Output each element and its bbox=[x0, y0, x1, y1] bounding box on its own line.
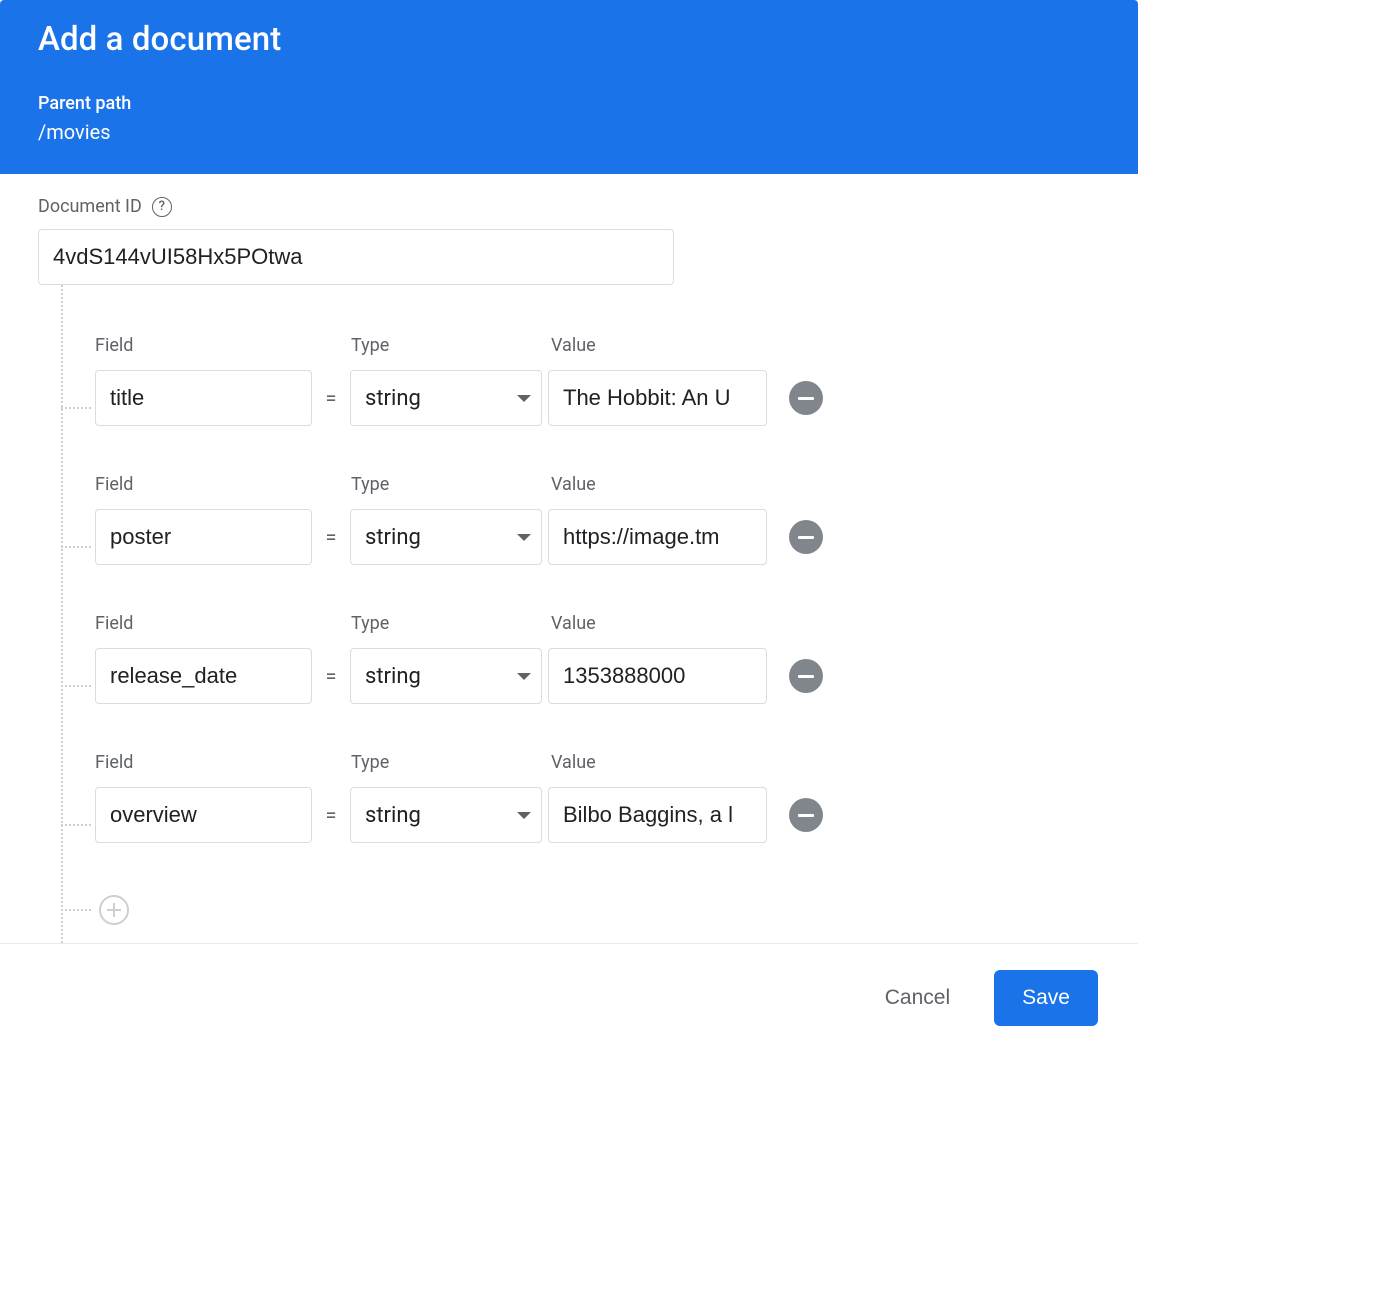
type-select-value: string bbox=[365, 803, 421, 828]
save-button[interactable]: Save bbox=[994, 970, 1098, 1026]
dialog-footer: Cancel Save bbox=[0, 943, 1138, 1058]
chevron-down-icon bbox=[517, 812, 531, 819]
help-icon[interactable]: ? bbox=[152, 197, 172, 217]
field-row: Field Type Value = string bbox=[61, 704, 1100, 843]
field-row: Field Type Value = string bbox=[61, 426, 1100, 565]
remove-field-button[interactable] bbox=[789, 659, 823, 693]
equals-sign: = bbox=[312, 664, 350, 688]
cancel-button[interactable]: Cancel bbox=[881, 978, 954, 1018]
document-id-label: Document ID bbox=[38, 196, 142, 217]
type-label: Type bbox=[351, 335, 551, 356]
dialog-title: Add a document bbox=[38, 20, 1100, 59]
document-id-label-row: Document ID ? bbox=[38, 196, 1100, 217]
type-select-value: string bbox=[365, 525, 421, 550]
remove-field-button[interactable] bbox=[789, 381, 823, 415]
type-select[interactable]: string bbox=[350, 648, 542, 704]
field-value-input[interactable] bbox=[548, 509, 767, 565]
parent-path-label: Parent path bbox=[38, 93, 1100, 114]
equals-sign: = bbox=[312, 803, 350, 827]
minus-icon bbox=[798, 536, 814, 539]
minus-icon bbox=[798, 814, 814, 817]
value-label: Value bbox=[551, 335, 771, 356]
type-select[interactable]: string bbox=[350, 787, 542, 843]
add-field-button[interactable] bbox=[99, 895, 129, 925]
equals-sign: = bbox=[312, 525, 350, 549]
field-label: Field bbox=[95, 335, 351, 356]
value-label: Value bbox=[551, 752, 771, 773]
remove-field-button[interactable] bbox=[789, 798, 823, 832]
document-id-input[interactable] bbox=[38, 229, 674, 285]
field-row: Field Type Value = string bbox=[61, 565, 1100, 704]
field-label: Field bbox=[95, 752, 351, 773]
chevron-down-icon bbox=[517, 673, 531, 680]
field-value-input[interactable] bbox=[548, 787, 767, 843]
chevron-down-icon bbox=[517, 395, 531, 402]
field-name-input[interactable] bbox=[95, 509, 312, 565]
field-name-input[interactable] bbox=[95, 648, 312, 704]
field-value-input[interactable] bbox=[548, 648, 767, 704]
chevron-down-icon bbox=[517, 534, 531, 541]
field-row: Field Type Value = string bbox=[61, 287, 1100, 426]
field-label: Field bbox=[95, 474, 351, 495]
parent-path-value: /movies bbox=[38, 120, 1100, 144]
remove-field-button[interactable] bbox=[789, 520, 823, 554]
field-label: Field bbox=[95, 613, 351, 634]
dialog-body: Document ID ? Field Type Value = string bbox=[0, 174, 1138, 943]
type-select-value: string bbox=[365, 386, 421, 411]
field-name-input[interactable] bbox=[95, 787, 312, 843]
value-label: Value bbox=[551, 474, 771, 495]
type-label: Type bbox=[351, 474, 551, 495]
type-select[interactable]: string bbox=[350, 509, 542, 565]
type-select-value: string bbox=[365, 664, 421, 689]
value-label: Value bbox=[551, 613, 771, 634]
type-select[interactable]: string bbox=[350, 370, 542, 426]
minus-icon bbox=[798, 675, 814, 678]
type-label: Type bbox=[351, 613, 551, 634]
add-field-row bbox=[61, 843, 1100, 903]
field-name-input[interactable] bbox=[95, 370, 312, 426]
dialog-header: Add a document Parent path /movies bbox=[0, 0, 1138, 174]
equals-sign: = bbox=[312, 386, 350, 410]
field-value-input[interactable] bbox=[548, 370, 767, 426]
fields-tree: Field Type Value = string bbox=[61, 285, 1100, 943]
minus-icon bbox=[798, 397, 814, 400]
add-document-dialog: Add a document Parent path /movies Docum… bbox=[0, 0, 1138, 1058]
type-label: Type bbox=[351, 752, 551, 773]
